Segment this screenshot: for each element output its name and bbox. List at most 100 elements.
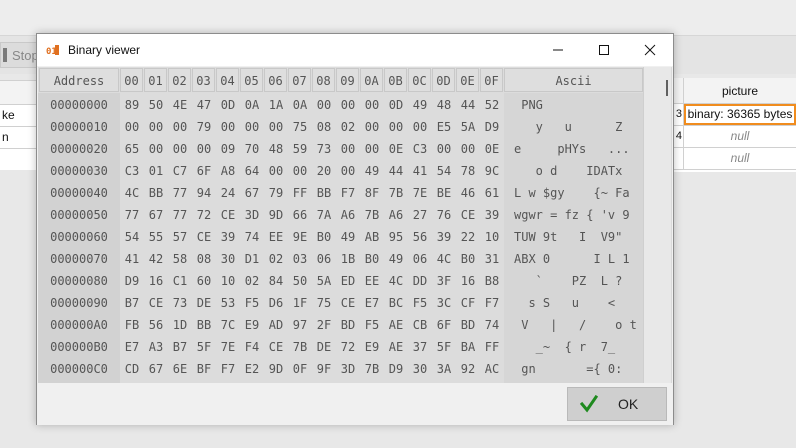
hex-byte[interactable]: 84 (264, 270, 288, 292)
hex-byte[interactable]: 67 (240, 182, 264, 204)
hex-byte[interactable]: E9 (240, 314, 264, 336)
hex-byte[interactable]: 00 (408, 116, 432, 138)
picture-column-header[interactable]: picture (684, 78, 796, 103)
hex-byte[interactable]: 00 (432, 138, 456, 160)
hex-byte[interactable]: 16 (144, 270, 168, 292)
hex-byte[interactable]: 00 (360, 116, 384, 138)
hex-row[interactable]: 00000010 00 00 00 79 00 00 00 75 08 02 00 00 00 E5 5A D9… (38, 116, 643, 138)
hex-byte[interactable]: BB (312, 182, 336, 204)
null-cell[interactable]: null (684, 148, 796, 169)
hex-byte[interactable]: 77 (168, 204, 192, 226)
hex-byte[interactable]: 58 (168, 248, 192, 270)
ascii-text[interactable]: ` PZ L ? (514, 270, 641, 292)
hex-byte[interactable]: 06 (312, 248, 336, 270)
hex-byte[interactable]: 73 (312, 138, 336, 160)
hex-byte[interactable]: C3 (408, 138, 432, 160)
hex-byte[interactable]: 0D (216, 94, 240, 116)
hex-byte[interactable]: F4 (240, 336, 264, 358)
hex-byte[interactable]: 03 (288, 248, 312, 270)
hex-byte[interactable]: FF (480, 336, 504, 358)
hex-byte[interactable]: 7A (312, 204, 336, 226)
maximize-button[interactable] (581, 34, 627, 66)
hex-byte[interactable]: AD (264, 314, 288, 336)
hex-byte[interactable]: CE (456, 204, 480, 226)
hex-byte[interactable]: 5F (192, 336, 216, 358)
hex-byte[interactable]: 4C (384, 270, 408, 292)
hex-byte[interactable]: 54 (432, 160, 456, 182)
ascii-text[interactable]: y u Z (514, 116, 641, 138)
hex-byte[interactable]: 00 (264, 116, 288, 138)
hex-row[interactable]: 000000A0 FB 56 1D BB 7C E9 AD 97 2F BD F5 AE CB 6F BD 74… (38, 314, 643, 336)
hex-row[interactable]: 00000070 41 42 58 08 30 D1 02 03 06 1B B0 49 06 4C B0 31… (38, 248, 643, 270)
dialog-titlebar[interactable]: 01 Binary viewer (37, 34, 673, 66)
hex-byte[interactable]: 00 (336, 160, 360, 182)
hex-byte[interactable]: 49 (384, 248, 408, 270)
hex-byte[interactable]: AE (384, 314, 408, 336)
hex-byte[interactable]: 9D (264, 358, 288, 380)
hex-byte[interactable]: 4C (120, 182, 144, 204)
hex-byte[interactable]: 74 (240, 226, 264, 248)
hex-byte[interactable]: 5F (432, 336, 456, 358)
hex-byte[interactable]: 6F (192, 160, 216, 182)
hex-byte[interactable]: ED (336, 270, 360, 292)
hex-byte[interactable]: 00 (312, 94, 336, 116)
hex-byte[interactable]: 02 (264, 248, 288, 270)
hex-byte[interactable]: 89 (120, 94, 144, 116)
hex-byte[interactable]: 75 (288, 116, 312, 138)
hex-row[interactable]: 00000090 B7 CE 73 DE 53 F5 D6 1F 75 CE E7 BC F5 3C CF F7… (38, 292, 643, 314)
hex-byte[interactable]: 56 (144, 314, 168, 336)
hex-byte[interactable]: D9 (480, 116, 504, 138)
hex-byte[interactable]: B0 (312, 226, 336, 248)
hex-byte[interactable]: BF (192, 358, 216, 380)
ascii-text[interactable]: L w $gy {~ Fa (514, 182, 641, 204)
hex-byte[interactable]: EE (264, 226, 288, 248)
hex-byte[interactable]: BD (456, 314, 480, 336)
ascii-text[interactable]: e pHYs ... (514, 138, 641, 160)
hex-byte[interactable]: 7C (216, 314, 240, 336)
ascii-text[interactable]: TUW 9t I V9" (514, 226, 641, 248)
hex-byte[interactable]: 6E (168, 358, 192, 380)
hex-byte[interactable]: DE (312, 336, 336, 358)
hex-byte[interactable]: 00 (144, 116, 168, 138)
hex-byte[interactable]: 76 (432, 204, 456, 226)
hex-byte[interactable]: 1A (264, 94, 288, 116)
hex-byte[interactable]: 50 (288, 270, 312, 292)
hex-byte[interactable]: 72 (336, 336, 360, 358)
hex-byte[interactable]: 52 (480, 94, 504, 116)
hex-byte[interactable]: F7 (216, 358, 240, 380)
hex-byte[interactable]: 9C (480, 160, 504, 182)
hex-byte[interactable]: 02 (336, 116, 360, 138)
hex-byte[interactable]: 39 (432, 226, 456, 248)
hex-byte[interactable]: 57 (168, 226, 192, 248)
hex-byte[interactable]: 41 (408, 160, 432, 182)
hex-byte[interactable]: 78 (456, 160, 480, 182)
hex-byte[interactable]: D6 (264, 292, 288, 314)
hex-byte[interactable]: 55 (144, 226, 168, 248)
hex-byte[interactable]: 08 (192, 248, 216, 270)
hex-byte[interactable]: 67 (144, 204, 168, 226)
hex-byte[interactable]: 67 (144, 358, 168, 380)
hex-byte[interactable]: 1B (336, 248, 360, 270)
hex-byte[interactable]: F5 (408, 292, 432, 314)
null-cell[interactable]: null (684, 126, 796, 147)
hex-byte[interactable]: 00 (456, 138, 480, 160)
hex-row[interactable]: 00000050 77 67 77 72 CE 3D 9D 66 7A A6 7B A6 27 76 CE 39… (38, 204, 643, 226)
hex-byte[interactable]: 06 (408, 248, 432, 270)
hex-byte[interactable]: EE (360, 270, 384, 292)
hex-byte[interactable]: 24 (216, 182, 240, 204)
hex-byte[interactable]: 3D (240, 204, 264, 226)
hex-byte[interactable]: F5 (360, 314, 384, 336)
hex-byte[interactable]: A6 (384, 204, 408, 226)
hex-byte[interactable]: 16 (456, 270, 480, 292)
hex-byte[interactable]: CE (264, 336, 288, 358)
hex-byte[interactable]: BA (456, 336, 480, 358)
hex-byte[interactable]: B7 (120, 292, 144, 314)
hex-byte[interactable]: BB (144, 182, 168, 204)
hex-byte[interactable]: F7 (480, 292, 504, 314)
hex-byte[interactable]: 00 (216, 116, 240, 138)
hex-byte[interactable]: D9 (384, 358, 408, 380)
hex-byte[interactable]: 00 (144, 138, 168, 160)
hex-byte[interactable]: 42 (144, 248, 168, 270)
hex-byte[interactable]: 39 (216, 226, 240, 248)
hex-byte[interactable]: 44 (456, 94, 480, 116)
